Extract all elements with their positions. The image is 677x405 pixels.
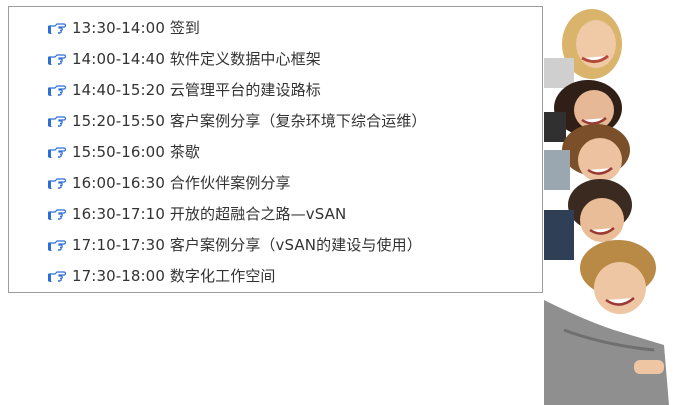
pointing-hand-icon [48,115,66,127]
pointing-hand-icon [48,177,66,189]
agenda-item: 17:30-18:00 数字化工作空间 [48,260,427,291]
agenda-item: 14:00-14:40 软件定义数据中心框架 [48,43,427,74]
agenda-item-text: 13:30-14:00 签到 [72,19,201,37]
agenda-item-text: 16:00-16:30 合作伙伴案例分享 [72,174,291,192]
agenda-item-text: 14:00-14:40 软件定义数据中心框架 [72,50,321,68]
agenda-item-text: 16:30-17:10 开放的超融合之路—vSAN [72,205,347,223]
agenda-item: 15:20-15:50 客户案例分享（复杂环境下综合运维） [48,105,427,136]
agenda-box: 13:30-14:00 签到 14:00-14:40 软件定义数据中心框架 14… [8,6,543,293]
agenda-item-text: 15:20-15:50 客户案例分享（复杂环境下综合运维） [72,112,427,130]
agenda-item: 16:00-16:30 合作伙伴案例分享 [48,167,427,198]
agenda-item: 13:30-14:00 签到 [48,12,427,43]
agenda-item-text: 15:50-16:00 茶歇 [72,143,201,161]
agenda-item: 14:40-15:20 云管理平台的建设路标 [48,74,427,105]
pointing-hand-icon [48,22,66,34]
pointing-hand-icon [48,239,66,251]
pointing-hand-icon [48,53,66,65]
pointing-hand-icon [48,84,66,96]
agenda-item-text: 17:10-17:30 客户案例分享（vSAN的建设与使用） [72,236,422,254]
agenda-item: 17:10-17:30 客户案例分享（vSAN的建设与使用） [48,229,427,260]
agenda-list: 13:30-14:00 签到 14:00-14:40 软件定义数据中心框架 14… [48,12,427,291]
pointing-hand-icon [48,208,66,220]
agenda-item: 16:30-17:10 开放的超融合之路—vSAN [48,198,427,229]
agenda-item-text: 17:30-18:00 数字化工作空间 [72,267,276,285]
agenda-item-text: 14:40-15:20 云管理平台的建设路标 [72,81,321,99]
people-photo [544,0,677,405]
pointing-hand-icon [48,146,66,158]
pointing-hand-icon [48,270,66,282]
agenda-item: 15:50-16:00 茶歇 [48,136,427,167]
